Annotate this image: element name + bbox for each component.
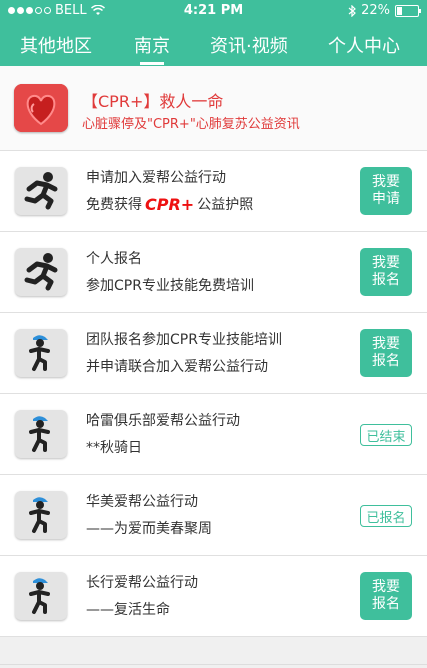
tab-other-regions[interactable]: 其他地区 [20,32,92,58]
item-subtitle-post: 公益护照 [197,197,254,213]
register-button-label: 我要 报名 [372,579,400,612]
heart-logo-icon [14,84,68,132]
item-subtitle: **秋骑日 [86,440,142,456]
divider [0,664,427,665]
tab-personal-center[interactable]: 个人中心 [328,32,400,58]
register-button[interactable]: 我要 报名 [360,329,412,377]
list-item[interactable]: 华美爱帮公益行动 ——为爱而美春聚周 已报名 [0,475,427,556]
item-subtitle: ——为爱而美春聚周 [86,521,212,537]
item-subtitle: ——复活生命 [86,602,170,618]
list-item[interactable]: 团队报名参加CPR专业技能培训 并申请联合加入爱帮公益行动 我要 报名 [0,313,427,394]
status-badge-label: 已报名 [366,510,406,526]
tab-bar: 其他地区 南京 资讯·视频 个人中心 [0,22,427,66]
list-item[interactable]: 哈雷俱乐部爱帮公益行动 **秋骑日 已结束 [0,394,427,475]
cyclist-icon [15,572,67,620]
tab-news-video[interactable]: 资讯·视频 [210,32,288,58]
list-item[interactable]: 长行爱帮公益行动 ——复活生命 我要 报名 [0,556,427,637]
register-button[interactable]: 我要 报名 [360,248,412,296]
apply-button-label: 我要 申请 [372,174,400,207]
runner-icon [15,167,67,215]
item-subtitle-pre: 免费获得 [86,197,142,213]
battery-icon [395,4,421,17]
cyclist-icon [15,491,67,539]
apply-button[interactable]: 我要 申请 [360,167,412,215]
status-bar: BELL 4:21 PM 22% [0,0,427,22]
banner-subtitle: 心脏骤停及"CPR+"心肺复苏公益资讯 [82,117,300,132]
cyclist-icon [15,329,67,377]
item-subtitle: 参加CPR专业技能免费培训 [86,278,254,294]
item-subtitle: 并申请联合加入爱帮公益行动 [86,359,268,375]
status-right: 22% [348,3,421,18]
cpr-plus-logo: CPR+ [145,194,195,214]
status-badge-label: 已结束 [366,429,406,445]
cyclist-icon [15,410,67,458]
list-item[interactable]: 个人报名 参加CPR专业技能免费培训 我要 报名 [0,232,427,313]
tab-nanjing[interactable]: 南京 [134,32,170,65]
runner-icon [15,248,67,296]
register-button-label: 我要 报名 [372,336,400,369]
item-title: 华美爱帮公益行动 [86,494,198,510]
bluetooth-icon [348,4,356,17]
item-title: 申请加入爱帮公益行动 [86,170,226,186]
cpr-banner[interactable]: 【CPR+】救人一命 心脏骤停及"CPR+"心肺复苏公益资讯 [0,66,427,151]
battery-percent: 22% [361,3,390,18]
item-title: 个人报名 [86,251,142,267]
status-badge: 已结束 [360,424,412,446]
status-badge: 已报名 [360,505,412,527]
item-title: 哈雷俱乐部爱帮公益行动 [86,413,240,429]
item-title: 团队报名参加CPR专业技能培训 [86,332,282,348]
register-button-label: 我要 报名 [372,255,400,288]
item-title: 长行爱帮公益行动 [86,575,198,591]
list-item[interactable]: 申请加入爱帮公益行动 免费获得 CPR+ 公益护照 我要 申请 [0,151,427,232]
register-button[interactable]: 我要 报名 [360,572,412,620]
item-subtitle: 免费获得 CPR+ 公益护照 [86,194,253,214]
app-header: BELL 4:21 PM 22% 其他地区 南京 资讯·视频 个人中心 [0,0,427,66]
banner-title: 【CPR+】救人一命 [82,92,224,111]
